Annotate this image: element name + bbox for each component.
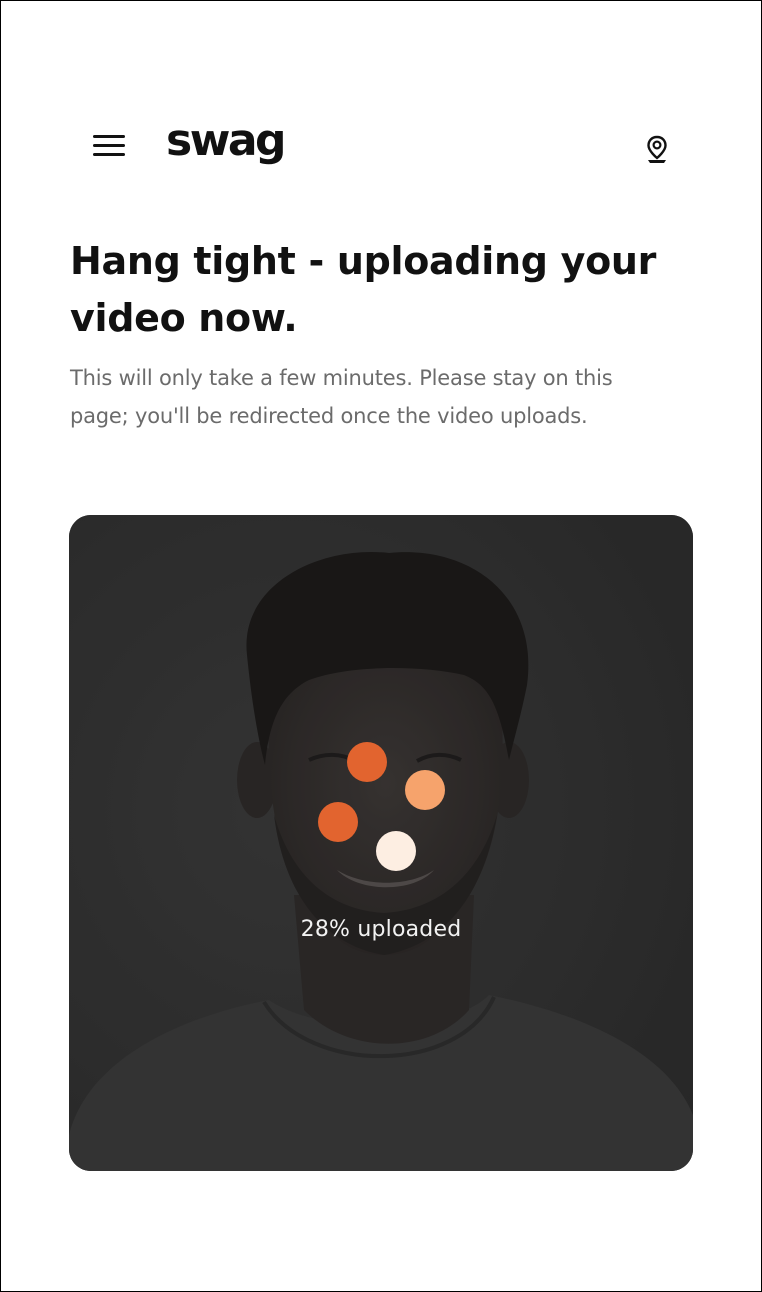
loading-dot [376,831,416,871]
swag-logo[interactable]: swag [166,119,287,163]
loading-dot [318,802,358,842]
user-pin-icon[interactable] [645,135,669,165]
page-headline: Hang tight - uploading your video now. [70,239,657,340]
menu-bar [93,143,125,147]
menu-bar [93,134,125,138]
menu-bar [93,152,125,156]
hamburger-menu-icon[interactable] [93,131,127,159]
loading-dot [347,742,387,782]
video-preview-card: 28% uploaded [69,515,693,1171]
upload-progress-label: 28% uploaded [300,917,462,942]
page-frame: swag Hang tight - uploading your video n… [0,0,762,1292]
user-pin-icon-graphic [647,135,667,163]
page-subtext: This will only take a few minutes. Pleas… [70,366,613,428]
loading-dot [405,770,445,810]
